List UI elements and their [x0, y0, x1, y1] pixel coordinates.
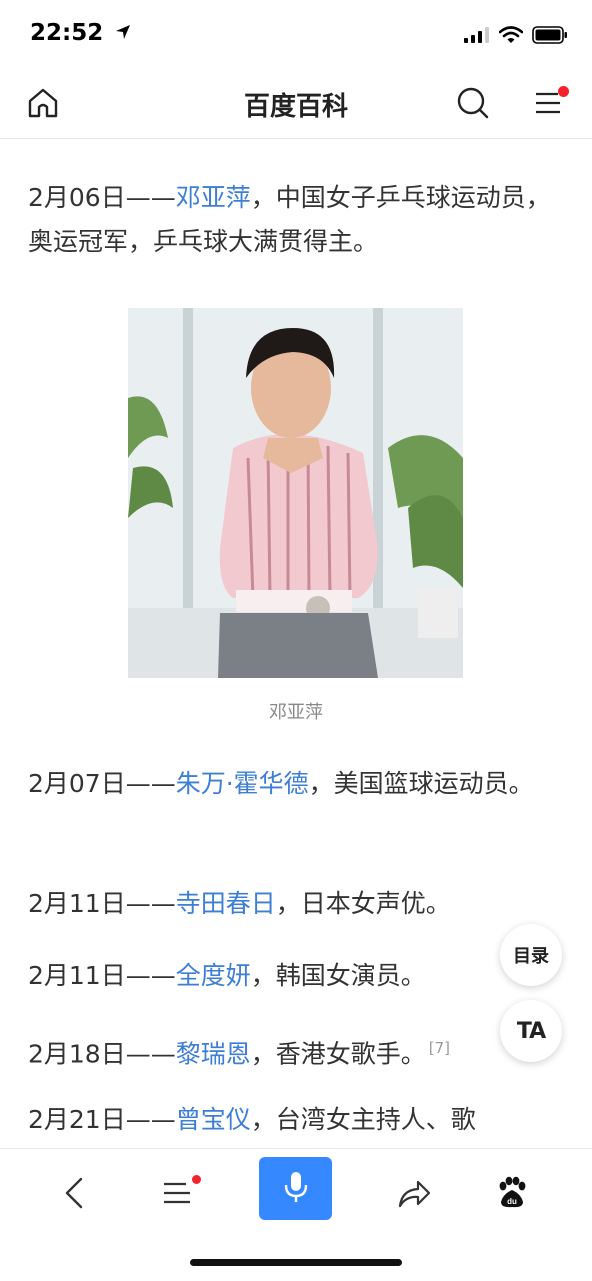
back-button[interactable] [46, 1165, 106, 1225]
entry-description: ，韩国女演员。 [250, 961, 426, 990]
signal-icon [464, 27, 490, 47]
birth-entry: 2月11日——全度妍，韩国女演员。 [28, 954, 564, 998]
table-of-contents-button[interactable]: 目录 [500, 924, 562, 986]
share-button[interactable] [384, 1165, 444, 1225]
baidu-button[interactable]: du [482, 1165, 542, 1225]
entry-description: ，日本女声优。 [275, 889, 451, 918]
notification-dot [558, 86, 569, 97]
person-link[interactable]: 寺田春日 [176, 889, 276, 918]
entry-date: 2月07日—— [28, 769, 176, 798]
person-link[interactable]: 邓亚萍 [176, 183, 251, 212]
entry-date: 2月06日—— [28, 183, 176, 212]
person-photo[interactable] [128, 308, 463, 678]
entry-date: 2月11日—— [28, 889, 176, 918]
person-link[interactable]: 朱万·霍华德 [176, 769, 309, 798]
share-icon [396, 1176, 432, 1214]
status-bar: 22:52 [0, 0, 592, 72]
battery-icon [532, 26, 568, 48]
svg-text:du: du [507, 1197, 517, 1206]
photo-caption: 邓亚萍 [269, 702, 323, 723]
page-title: 百度百科 [243, 92, 348, 122]
entry-date: 2月11日—— [28, 961, 176, 990]
birth-entry: 2月06日——邓亚萍，中国女子乒乓球运动员，奥运冠军，乒乓球大满贯得主。 [28, 176, 564, 264]
article-content: 2月06日——邓亚萍，中国女子乒乓球运动员，奥运冠军，乒乓球大满贯得主。 邓亚萍… [0, 140, 592, 1148]
status-time: 22:52 [30, 20, 131, 46]
microphone-icon [283, 1170, 309, 1208]
entry-date: 2月21日—— [28, 1105, 176, 1134]
list-icon [162, 1178, 194, 1212]
status-icons [464, 26, 568, 48]
reference-link[interactable]: [7] [429, 1039, 450, 1057]
person-link[interactable]: 曾宝仪 [176, 1105, 251, 1134]
entry-description: ，美国篮球运动员。 [308, 769, 534, 798]
entry-date: 2月18日—— [28, 1039, 176, 1069]
entry-description: ，香港女歌手。 [250, 1039, 426, 1069]
search-button[interactable] [454, 86, 492, 124]
search-icon [456, 86, 490, 124]
entry-description: ，台湾女主持人、歌 [250, 1105, 476, 1134]
baidu-paw-icon: du [495, 1176, 529, 1214]
back-icon [61, 1175, 91, 1215]
home-indicator [190, 1259, 402, 1266]
list-button[interactable] [148, 1165, 208, 1225]
birth-entry: 2月07日——朱万·霍华德，美国篮球运动员。 [28, 762, 564, 806]
notification-dot [192, 1175, 201, 1184]
location-arrow-icon [115, 20, 131, 46]
top-navigation-bar: 百度百科 [0, 72, 592, 139]
menu-button[interactable] [528, 86, 569, 124]
birth-entry: 2月21日——曾宝仪，台湾女主持人、歌 [28, 1098, 564, 1142]
voice-search-button[interactable] [259, 1157, 332, 1220]
person-link[interactable]: 黎瑞恩 [176, 1039, 251, 1068]
ta-button[interactable]: TA [500, 1000, 562, 1062]
birth-entry: 2月18日——黎瑞恩，香港女歌手。 [7] [28, 1026, 564, 1076]
time-text: 22:52 [30, 20, 104, 46]
wifi-icon [498, 26, 524, 48]
person-link[interactable]: 全度妍 [176, 961, 251, 990]
birth-entry: 2月11日——寺田春日，日本女声优。 [28, 882, 564, 926]
